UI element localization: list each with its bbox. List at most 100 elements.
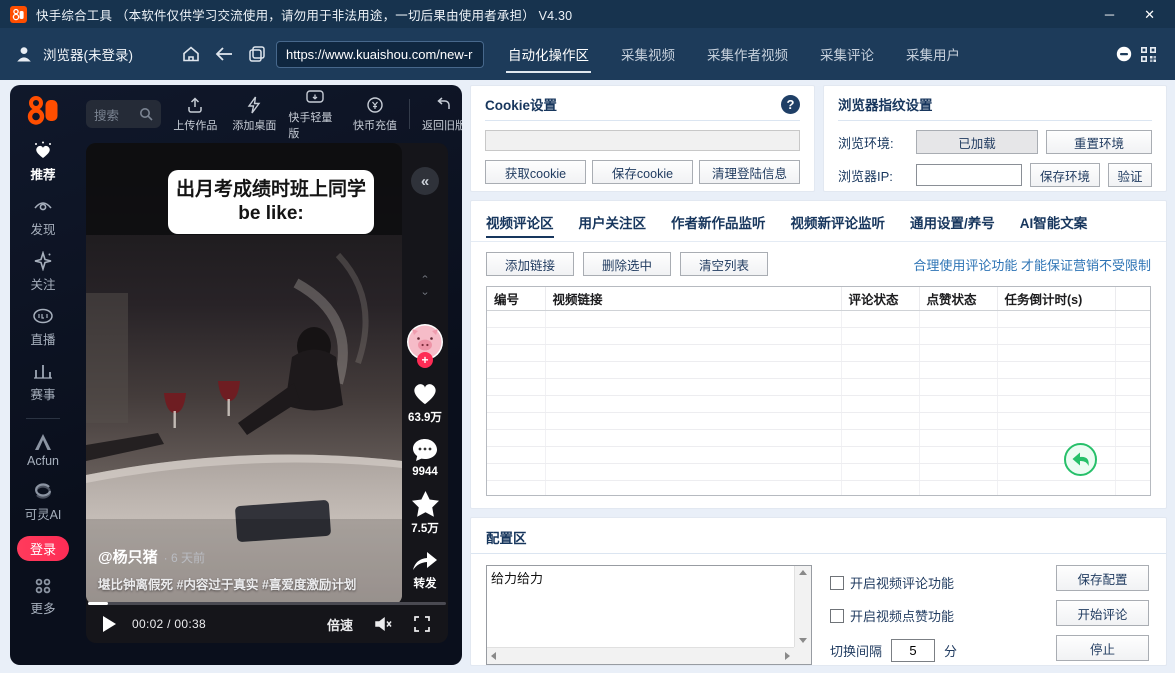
playback-speed-button[interactable]: 倍速 (327, 615, 353, 634)
lite-version-button[interactable]: 快手轻量版 (288, 88, 341, 141)
comment-textarea[interactable]: 给力给力 (487, 566, 794, 647)
help-icon[interactable]: ? (781, 95, 800, 114)
tab-automation[interactable]: 自动化操作区 (508, 28, 589, 80)
browser-ip-input[interactable] (916, 164, 1022, 186)
keling-swirl-icon (32, 481, 54, 501)
clear-login-button[interactable]: 清理登陆信息 (699, 160, 800, 184)
table-row[interactable] (487, 327, 1150, 344)
previous-video-icon[interactable] (416, 275, 434, 278)
sidebar-item-acfun[interactable]: Acfun (27, 433, 59, 468)
table-row[interactable] (487, 344, 1150, 361)
enable-comment-checkbox[interactable] (830, 576, 844, 590)
upload-icon (186, 96, 204, 114)
add-link-button[interactable]: 添加链接 (486, 252, 574, 276)
tab-video-new-comment-monitor[interactable]: 视频新评论监听 (791, 212, 886, 241)
minimize-button[interactable]: ─ (1105, 8, 1114, 21)
enable-like-checkbox[interactable] (830, 609, 844, 623)
stop-button[interactable]: 停止 (1056, 635, 1149, 661)
minus-circle-icon[interactable] (1116, 46, 1132, 62)
green-return-button[interactable] (1064, 443, 1097, 476)
interval-input[interactable] (891, 639, 935, 662)
sidebar-item-keling-ai[interactable]: 可灵AI (25, 481, 62, 523)
table-row[interactable] (487, 446, 1150, 463)
verify-button[interactable]: 验证 (1108, 163, 1152, 187)
mute-icon[interactable] (373, 615, 393, 633)
sidebar-label: 赛事 (30, 384, 55, 403)
clear-list-button[interactable]: 清空列表 (680, 252, 768, 276)
add-desktop-button[interactable]: 添加桌面 (229, 96, 279, 133)
table-row[interactable] (487, 463, 1150, 480)
enable-like-checkbox-row[interactable]: 开启视频点赞功能 (830, 606, 957, 625)
tab-collect-comment[interactable]: 采集评论 (820, 28, 874, 80)
profile-status[interactable]: 浏览器(未登录) (14, 44, 164, 64)
back-old-version-button[interactable]: 返回旧版 (419, 96, 462, 133)
table-cell (487, 310, 545, 327)
sidebar-item-follow[interactable]: 关注 (30, 251, 55, 293)
table-row[interactable] (487, 412, 1150, 429)
table-cell (1115, 429, 1150, 446)
cookie-input[interactable] (485, 130, 800, 151)
author-name[interactable]: @杨只猪 (98, 549, 158, 566)
share-stat[interactable]: 转发 (411, 548, 439, 591)
table-cell (1115, 395, 1150, 412)
table-row[interactable] (487, 395, 1150, 412)
back-icon[interactable] (213, 43, 235, 65)
table-cell (997, 446, 1115, 463)
fullscreen-icon[interactable] (413, 615, 431, 633)
table-row[interactable] (487, 429, 1150, 446)
sidebar-item-more[interactable]: 更多 (30, 577, 55, 617)
search-input[interactable]: 搜索 (86, 100, 161, 128)
delete-selected-button[interactable]: 删除选中 (583, 252, 671, 276)
video-description[interactable]: 堪比钟离假死 #内容过于真实 #喜爱度激励计划 (98, 574, 392, 593)
tab-author-new-work-monitor[interactable]: 作者新作品监听 (671, 212, 766, 241)
like-stat[interactable]: 63.9万 (408, 379, 442, 425)
scroll-down-icon[interactable] (799, 638, 807, 643)
play-button[interactable] (103, 616, 116, 632)
coin-recharge-button[interactable]: 快币充值 (350, 96, 400, 133)
url-field[interactable]: https://www.kuaishou.com/new-r (276, 41, 484, 68)
table-row[interactable] (487, 378, 1150, 395)
table-row[interactable] (487, 310, 1150, 327)
tab-video-comment[interactable]: 视频评论区 (486, 212, 554, 241)
tab-collect-author-video[interactable]: 采集作者视频 (707, 28, 788, 80)
follow-plus-badge[interactable]: + (417, 352, 433, 368)
next-video-icon[interactable] (416, 292, 434, 295)
tab-general-settings[interactable]: 通用设置/养号 (910, 212, 995, 241)
star-stat[interactable]: 7.5万 (411, 490, 440, 536)
home-icon[interactable] (180, 43, 202, 65)
reset-env-button[interactable]: 重置环境 (1046, 130, 1152, 154)
table-row[interactable] (487, 480, 1150, 496)
save-cookie-button[interactable]: 保存cookie (592, 160, 693, 184)
sidebar-item-discover[interactable]: 发现 (30, 196, 55, 238)
sidebar-item-esports[interactable]: 赛事 (30, 361, 55, 403)
scroll-left-icon[interactable] (491, 652, 496, 660)
return-arrow-icon (435, 96, 453, 114)
table-cell (545, 395, 841, 412)
author-avatar[interactable]: + (406, 323, 444, 361)
sidebar-item-recommend[interactable]: 推荐 (30, 141, 55, 183)
qr-code-icon[interactable] (1140, 46, 1157, 63)
vertical-scrollbar[interactable] (794, 566, 811, 647)
topbar-label: 快手轻量版 (288, 109, 341, 141)
tab-collect-user[interactable]: 采集用户 (906, 28, 960, 80)
start-comment-button[interactable]: 开始评论 (1056, 600, 1149, 626)
close-button[interactable]: ✕ (1144, 8, 1155, 21)
tab-collect-video[interactable]: 采集视频 (621, 28, 675, 80)
upload-work-button[interactable]: 上传作品 (170, 96, 220, 133)
kuaishou-logo-icon[interactable] (26, 95, 60, 125)
get-cookie-button[interactable]: 获取cookie (485, 160, 586, 184)
copy-pages-icon[interactable] (246, 43, 268, 65)
enable-comment-checkbox-row[interactable]: 开启视频评论功能 (830, 573, 957, 592)
save-env-button[interactable]: 保存环境 (1030, 163, 1100, 187)
login-button[interactable]: 登录 (17, 536, 69, 561)
app-logo-icon (10, 6, 27, 23)
tab-user-follow[interactable]: 用户关注区 (579, 212, 647, 241)
table-row[interactable] (487, 361, 1150, 378)
comment-stat[interactable]: 9944 (411, 437, 439, 478)
scroll-up-icon[interactable] (799, 570, 807, 575)
scroll-right-icon[interactable] (785, 652, 790, 660)
sidebar-item-live[interactable]: 直播 (30, 306, 55, 348)
save-config-button[interactable]: 保存配置 (1056, 565, 1149, 591)
horizontal-scrollbar[interactable] (487, 647, 794, 664)
tab-ai-copywriting[interactable]: AI智能文案 (1020, 212, 1088, 241)
